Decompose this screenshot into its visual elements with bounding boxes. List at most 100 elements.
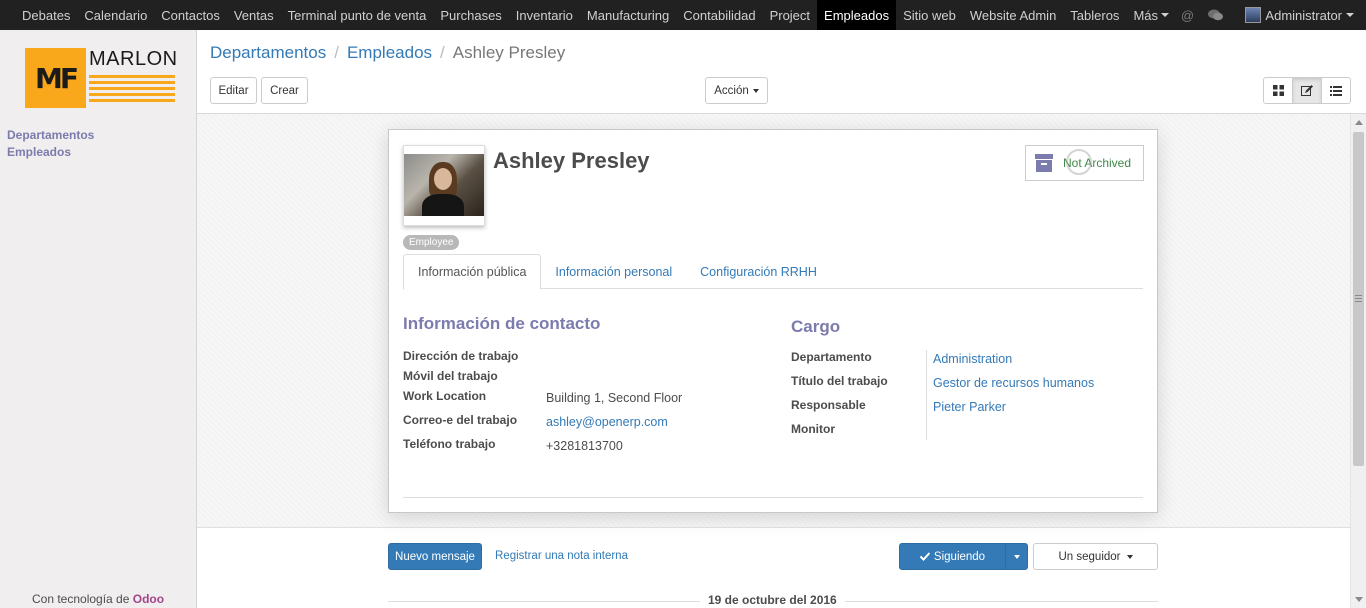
employee-tag: Employee [403, 235, 460, 250]
menu-terminal-punto-de-venta[interactable]: Terminal punto de venta [281, 0, 434, 30]
company-logo[interactable]: MF MARLON [25, 48, 178, 110]
sidebar-nav: Departamentos Empleados [7, 127, 94, 161]
breadcrumb-separator: / [334, 43, 339, 62]
action-dropdown[interactable]: Acción [705, 77, 768, 104]
action-label: Acción [714, 84, 749, 97]
follow-options-button[interactable] [1005, 543, 1028, 570]
field-label-work-location: Work Location [403, 389, 487, 403]
create-button[interactable]: Crear [261, 77, 308, 104]
field-value-work-location: Building 1, Second Floor [546, 391, 683, 405]
tab-informacion-publica[interactable]: Información pública [403, 254, 542, 290]
position-section-title: Cargo [791, 317, 841, 336]
form-sheet: Ashley Presley Not Archived Employee Inf… [388, 129, 1158, 513]
menu-ventas[interactable]: Ventas [227, 0, 281, 30]
log-note-link[interactable]: Registrar una nota interna [495, 550, 628, 562]
chevron-down-icon [1013, 554, 1020, 559]
menu-mas-label: Más [1133, 7, 1158, 23]
form-tabs: Información pública Información personal… [403, 254, 1143, 290]
scrollbar-grip [1355, 295, 1362, 304]
comments-icon[interactable] [1207, 7, 1223, 23]
archive-toggle-button[interactable]: Not Archived [1025, 145, 1144, 181]
field-divider [926, 350, 927, 440]
breadcrumb-separator: / [440, 43, 445, 62]
logo-mark: MF [25, 48, 86, 108]
scroll-down-icon[interactable] [1355, 597, 1363, 602]
user-menu[interactable]: Administrator [1245, 7, 1354, 23]
sidebar-item-empleados[interactable]: Empleados [7, 144, 94, 161]
menu-calendario[interactable]: Calendario [77, 0, 154, 30]
menu-tableros[interactable]: Tableros [1063, 0, 1126, 30]
tab-informacion-personal[interactable]: Información personal [541, 254, 686, 289]
app-menu: Debates Calendario Contactos Ventas Term… [0, 0, 1176, 30]
menu-contabilidad[interactable]: Contabilidad [676, 0, 762, 30]
field-value-work-email[interactable]: ashley@openerp.com [546, 415, 668, 429]
list-icon [1330, 85, 1342, 96]
employee-photo-image [404, 154, 484, 216]
chevron-down-icon [1161, 13, 1169, 17]
employee-name: Ashley Presley [493, 148, 650, 173]
kanban-icon [1272, 85, 1284, 96]
field-value-department[interactable]: Administration [933, 352, 1012, 366]
following-button[interactable]: Siguiendo [899, 543, 1006, 570]
powered-prefix: Con tecnología de [32, 592, 130, 606]
tab-configuracion-rrhh[interactable]: Configuración RRHH [686, 254, 831, 289]
breadcrumb: Departamentos / Empleados / Ashley Presl… [210, 43, 565, 63]
breadcrumb-departamentos[interactable]: Departamentos [210, 43, 326, 63]
field-value-manager[interactable]: Pieter Parker [933, 400, 1006, 414]
menu-purchases[interactable]: Purchases [433, 0, 508, 30]
avatar [1245, 7, 1262, 23]
edit-icon [1301, 84, 1313, 96]
menu-contactos[interactable]: Contactos [154, 0, 227, 30]
menu-website-admin[interactable]: Website Admin [963, 0, 1063, 30]
check-icon [919, 552, 930, 561]
contact-section-title: Información de contacto [403, 314, 601, 333]
employee-photo[interactable] [403, 145, 485, 226]
breadcrumb-empleados[interactable]: Empleados [347, 43, 432, 63]
topbar-right: @ Administrator [1179, 0, 1366, 30]
chevron-down-icon [1346, 13, 1354, 17]
user-name: Administrator [1265, 7, 1342, 23]
kanban-view-button[interactable] [1263, 77, 1293, 104]
menu-mas[interactable]: Más [1126, 0, 1176, 30]
sheet-divider [403, 497, 1143, 498]
menu-project[interactable]: Project [763, 0, 817, 30]
logo-stripes [89, 75, 175, 105]
followers-label: Un seguidor [1058, 550, 1121, 563]
breadcrumb-current: Ashley Presley [452, 43, 566, 62]
field-label-job-title: Título del trabajo [791, 374, 888, 388]
message-date: 19 de octubre del 2016 [700, 593, 845, 607]
at-icon[interactable]: @ [1179, 7, 1195, 23]
new-message-button[interactable]: Nuevo mensaje [388, 543, 482, 570]
field-label-work-mobile: Móvil del trabajo [403, 369, 498, 383]
logo-text: MARLON [89, 48, 178, 70]
menu-sitio-web[interactable]: Sitio web [896, 0, 963, 30]
field-value-work-phone: +3281813700 [546, 439, 623, 453]
vertical-scrollbar[interactable] [1350, 114, 1366, 608]
sidebar: MF MARLON Departamentos Empleados Con te… [0, 30, 197, 608]
field-value-job-title[interactable]: Gestor de recursos humanos [933, 376, 1094, 390]
followers-dropdown[interactable]: Un seguidor [1033, 543, 1158, 570]
form-view-button[interactable] [1292, 77, 1322, 104]
field-label-work-email: Correo-e del trabajo [403, 413, 518, 427]
field-label-coach: Monitor [791, 422, 835, 436]
list-view-button[interactable] [1321, 77, 1351, 104]
form-content-area: Ashley Presley Not Archived Employee Inf… [197, 114, 1350, 528]
powered-by: Con tecnología de Odoo [32, 592, 164, 606]
menu-empleados[interactable]: Empleados [817, 0, 897, 30]
edit-button[interactable]: Editar [210, 77, 257, 104]
view-switcher [1263, 77, 1351, 104]
menu-inventario[interactable]: Inventario [509, 0, 580, 30]
menu-debates[interactable]: Debates [15, 0, 77, 30]
field-label-work-address: Dirección de trabajo [403, 349, 519, 363]
odoo-link[interactable]: Odoo [133, 592, 164, 606]
top-navbar: Debates Calendario Contactos Ventas Term… [0, 0, 1366, 30]
control-panel: Departamentos / Empleados / Ashley Presl… [197, 30, 1366, 114]
sidebar-item-departamentos[interactable]: Departamentos [7, 127, 94, 144]
menu-manufacturing[interactable]: Manufacturing [580, 0, 676, 30]
archive-status: Not Archived [1063, 149, 1131, 175]
chevron-down-icon [1126, 554, 1133, 559]
following-label: Siguiendo [933, 550, 986, 563]
chevron-down-icon [752, 88, 759, 93]
field-label-work-phone: Teléfono trabajo [403, 437, 496, 451]
scroll-up-icon[interactable] [1355, 120, 1363, 125]
